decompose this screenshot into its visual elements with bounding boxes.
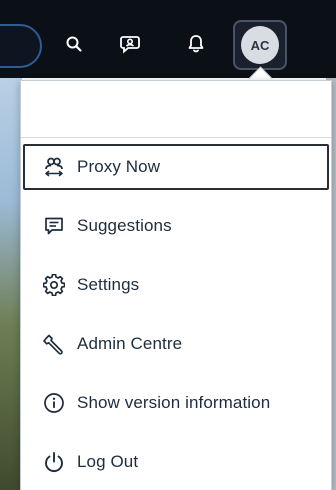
menu-item-label: Proxy Now (77, 157, 161, 176)
menu-item-label: Show version information (77, 393, 271, 412)
menu-item-settings[interactable]: Settings (23, 262, 329, 308)
proxy-icon (43, 156, 65, 178)
gear-icon (43, 274, 65, 296)
feedback-button[interactable] (114, 28, 146, 60)
menu-item-label: Admin Centre (77, 334, 183, 353)
background-content (0, 78, 22, 490)
power-icon (43, 451, 65, 473)
user-menu-popover: Proxy Now Suggestions Settings Admin Cen… (20, 80, 332, 490)
menu-item-version-info[interactable]: Show version information (23, 380, 329, 426)
menu-item-admin-centre[interactable]: Admin Centre (23, 321, 329, 367)
notifications-button[interactable] (180, 28, 212, 60)
menu-item-label: Settings (77, 275, 140, 294)
avatar: AC (241, 26, 279, 64)
wrench-icon (43, 333, 65, 355)
screen: AC Proxy Now Suggestions Settings Admin … (0, 0, 336, 490)
menu-item-suggestions[interactable]: Suggestions (23, 203, 329, 249)
info-icon (43, 392, 65, 414)
menu-item-proxy-now[interactable]: Proxy Now (23, 144, 329, 190)
search-field-edge[interactable] (0, 24, 42, 68)
bell-icon (187, 34, 205, 54)
search-icon (65, 35, 83, 53)
menu-item-log-out[interactable]: Log Out (23, 439, 329, 485)
menu-item-label: Suggestions (77, 216, 172, 235)
user-avatar-button[interactable]: AC (233, 20, 287, 70)
menu-item-label: Log Out (77, 452, 139, 471)
feedback-icon (119, 34, 141, 54)
popover-header (21, 81, 331, 138)
user-menu-list: Proxy Now Suggestions Settings Admin Cen… (21, 138, 331, 485)
shell-bar: AC (0, 0, 336, 78)
suggestions-icon (43, 215, 65, 237)
search-button[interactable] (58, 28, 90, 60)
